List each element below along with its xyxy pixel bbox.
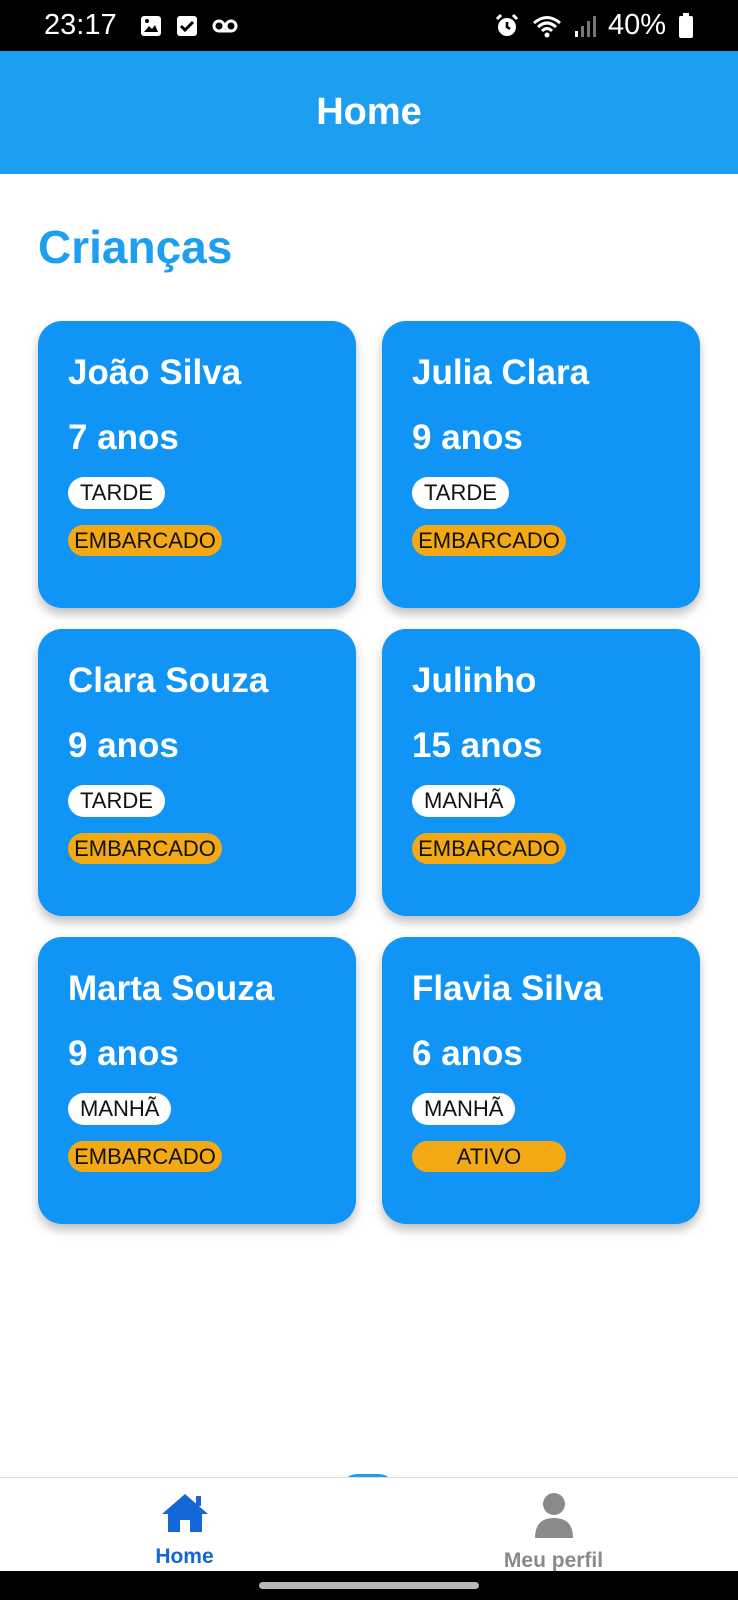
child-age: 6 anos — [412, 1034, 523, 1073]
child-name: Julia Clara — [412, 353, 590, 392]
child-name: Marta Souza — [68, 969, 275, 1008]
alarm-icon — [494, 13, 520, 39]
check-icon — [175, 14, 199, 38]
shift-badge: TARDE — [412, 477, 509, 509]
status-bar: 23:17 40% — [0, 0, 738, 51]
child-card[interactable]: Flavia Silva 6 anos MANHÃ ATIVO — [382, 937, 700, 1224]
voicemail-icon — [211, 14, 239, 38]
shift-badge: MANHÃ — [412, 1093, 516, 1125]
status-badge: EMBARCADO — [412, 833, 566, 864]
battery-icon — [678, 12, 694, 39]
child-card[interactable]: Marta Souza 9 anos MANHÃ EMBARCADO — [38, 937, 356, 1224]
home-gesture-pill[interactable] — [259, 1582, 479, 1589]
system-navigation-bar — [0, 1571, 738, 1600]
child-age: 9 anos — [68, 1034, 179, 1073]
nav-label: Home — [155, 1545, 214, 1568]
gallery-icon — [139, 14, 163, 38]
page-title: Home — [316, 91, 422, 133]
child-age: 7 anos — [68, 418, 179, 457]
status-badge: EMBARCADO — [68, 1141, 222, 1172]
child-card[interactable]: Clara Souza 9 anos TARDE EMBARCADO — [38, 629, 356, 916]
status-bar-right: 40% — [494, 9, 694, 42]
child-card[interactable]: João Silva 7 anos TARDE EMBARCADO — [38, 321, 356, 608]
children-grid: João Silva 7 anos TARDE EMBARCADO Julia … — [38, 321, 700, 1224]
child-age: 9 anos — [68, 726, 179, 765]
child-card[interactable]: Julia Clara 9 anos TARDE EMBARCADO — [382, 321, 700, 608]
shift-badge: MANHÃ — [68, 1093, 172, 1125]
shift-badge: TARDE — [68, 785, 165, 817]
nav-label: Meu perfil — [503, 1549, 604, 1572]
wifi-icon — [532, 14, 562, 38]
shift-badge: MANHÃ — [412, 785, 516, 817]
status-bar-left: 23:17 — [44, 9, 239, 42]
child-age: 9 anos — [412, 418, 523, 457]
signal-icon — [574, 14, 596, 38]
app-header: Home — [0, 51, 738, 174]
child-name: Clara Souza — [68, 661, 269, 700]
status-badge: ATIVO — [412, 1141, 566, 1172]
person-icon — [532, 1492, 576, 1543]
nav-item-profile[interactable]: Meu perfil — [369, 1478, 738, 1572]
home-icon — [160, 1492, 210, 1539]
child-age: 15 anos — [412, 726, 543, 765]
section-title: Crianças — [38, 221, 233, 273]
shift-badge: TARDE — [68, 477, 165, 509]
bottom-navigation: Home Meu perfil — [0, 1477, 738, 1572]
status-badge: EMBARCADO — [68, 833, 222, 864]
nav-item-home[interactable]: Home — [0, 1478, 369, 1571]
status-badge: EMBARCADO — [68, 525, 222, 556]
battery-percentage: 40% — [607, 9, 666, 41]
status-badge: EMBARCADO — [412, 525, 566, 556]
child-name: Julinho — [412, 661, 537, 700]
child-card[interactable]: Julinho 15 anos MANHÃ EMBARCADO — [382, 629, 700, 916]
child-name: Flavia Silva — [412, 969, 603, 1008]
status-time: 23:17 — [44, 9, 117, 41]
child-name: João Silva — [68, 353, 242, 392]
